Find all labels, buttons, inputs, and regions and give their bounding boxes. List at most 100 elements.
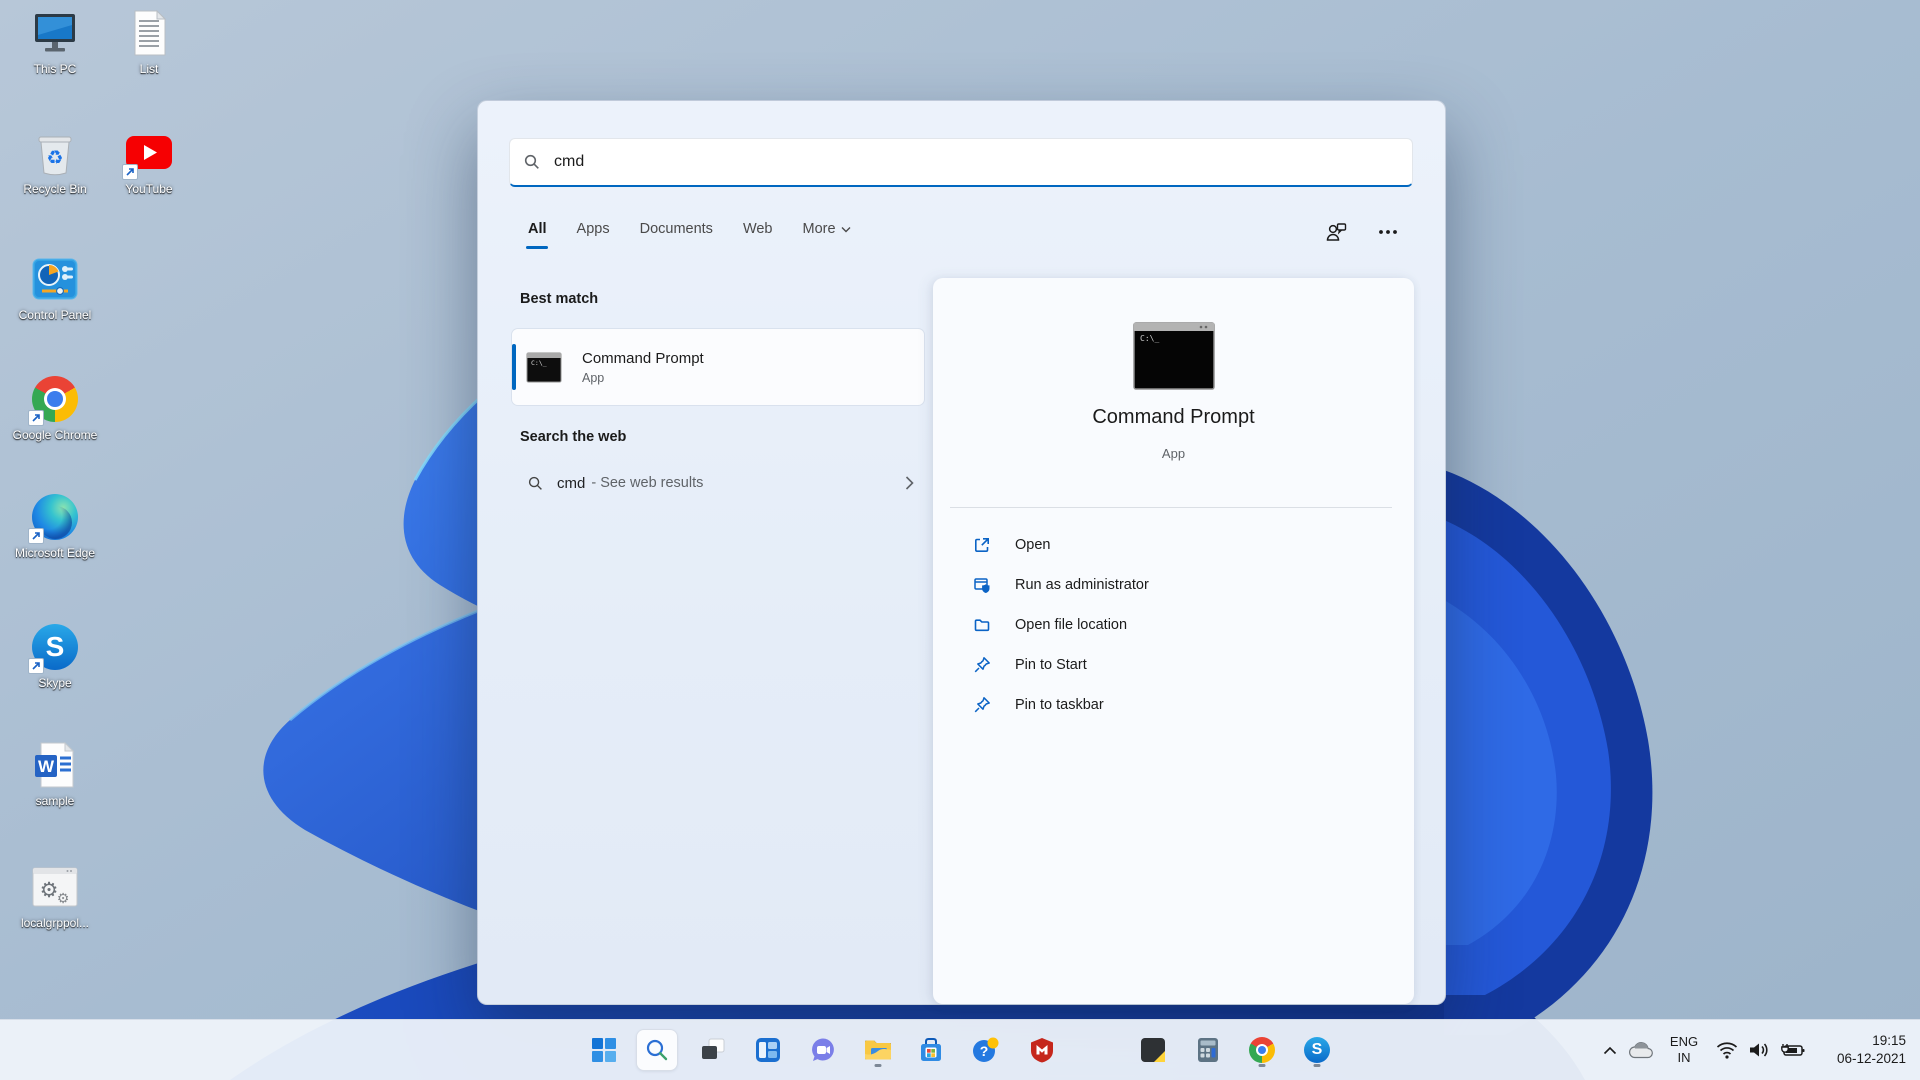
start-button[interactable] (584, 1030, 624, 1070)
search-box[interactable] (509, 138, 1413, 187)
desktop-icon-list[interactable]: List (102, 8, 196, 76)
widgets-button[interactable] (748, 1030, 788, 1070)
microsoft-store-button[interactable] (911, 1030, 951, 1070)
svg-text:?: ? (980, 1043, 989, 1059)
result-details-pane: C:\_ Command Prompt App Open (933, 278, 1414, 1004)
language-code: ENG (1670, 1034, 1698, 1050)
best-match-header: Best match (520, 291, 598, 307)
desktop-icon-youtube[interactable]: YouTube (102, 128, 196, 196)
pin-icon (973, 656, 991, 674)
search-filter-tabs: All Apps Documents Web More (528, 221, 851, 249)
account-feedback-icon[interactable] (1323, 219, 1349, 245)
battery-charging-icon (1779, 1041, 1805, 1059)
notes-app-icon (1140, 1037, 1166, 1063)
word-document-icon: W (30, 740, 80, 790)
desktop-icon-control-panel[interactable]: Control Panel (8, 254, 102, 322)
pin-icon (973, 696, 991, 714)
chevron-right-icon (905, 476, 914, 490)
desktop-icon-recycle-bin[interactable]: ♻ Recycle Bin (8, 128, 102, 196)
chat-button[interactable] (803, 1030, 843, 1070)
edge-icon (30, 492, 80, 542)
search-icon (528, 476, 543, 491)
desktop-icon-google-chrome[interactable]: Google Chrome (8, 374, 102, 442)
cmd-app-icon: C:\_ (526, 352, 562, 383)
tray-time: 19:15 (1872, 1032, 1906, 1050)
shortcut-arrow-icon (122, 164, 138, 180)
task-view-button[interactable] (693, 1030, 733, 1070)
battery-tray-button[interactable] (1776, 1030, 1808, 1070)
task-view-icon (700, 1037, 726, 1063)
svg-text:⚙: ⚙ (40, 878, 59, 902)
action-pin-to-start[interactable]: Pin to Start (933, 645, 1414, 685)
volume-tray-button[interactable] (1744, 1030, 1774, 1070)
search-icon (524, 154, 540, 170)
web-query: cmd (557, 475, 585, 492)
recycle-bin-icon: ♻ (30, 128, 80, 178)
desktop-icon-label: YouTube (125, 182, 172, 196)
chat-icon (810, 1037, 836, 1063)
open-icon (973, 536, 991, 554)
action-run-as-administrator[interactable]: Run as administrator (933, 565, 1414, 605)
desktop-icon-label: This PC (34, 62, 77, 76)
chrome-taskbar-button[interactable] (1242, 1030, 1282, 1070)
wifi-tray-button[interactable] (1712, 1030, 1742, 1070)
region-code: IN (1678, 1050, 1691, 1066)
taskbar: ? (0, 1019, 1920, 1080)
document-icon (124, 8, 174, 58)
windows-start-icon (591, 1037, 617, 1063)
tab-documents[interactable]: Documents (640, 221, 713, 249)
tab-web[interactable]: Web (743, 221, 773, 249)
calculator-button[interactable] (1188, 1030, 1228, 1070)
details-title: Command Prompt (933, 406, 1414, 429)
action-open[interactable]: Open (933, 525, 1414, 565)
action-open-file-location[interactable]: Open file location (933, 605, 1414, 645)
desktop-icon-label: Control Panel (19, 308, 92, 322)
taskbar-clock[interactable]: 19:15 06-12-2021 (1806, 1028, 1906, 1072)
desktop-icon-label: Skype (38, 676, 71, 690)
onedrive-tray-button[interactable] (1624, 1030, 1658, 1070)
tray-overflow-button[interactable] (1596, 1030, 1624, 1070)
mcafee-shield-icon (1029, 1037, 1055, 1063)
desktop-icon-skype[interactable]: S Skype (8, 622, 102, 690)
more-options-icon[interactable] (1375, 219, 1401, 245)
running-indicator (1259, 1064, 1266, 1067)
windows-desktop: This PC List (0, 0, 1920, 1080)
search-taskbar-button[interactable] (637, 1030, 677, 1070)
help-icon: ? (972, 1037, 1000, 1063)
desktop-icon-this-pc[interactable]: This PC (8, 8, 102, 76)
desktop-icon-localgrppol[interactable]: ⚙ ⚙ localgrppol... (8, 862, 102, 930)
shortcut-arrow-icon (28, 410, 44, 426)
language-indicator[interactable]: ENG IN (1662, 1028, 1706, 1072)
folder-icon (973, 616, 991, 634)
chrome-icon (30, 374, 80, 424)
web-suffix: - See web results (591, 475, 703, 491)
notes-app-button[interactable] (1133, 1030, 1173, 1070)
running-indicator (1314, 1064, 1321, 1067)
microsoft-store-icon (918, 1037, 944, 1063)
divider (950, 507, 1392, 508)
tab-more[interactable]: More (803, 221, 851, 249)
skype-icon: S (1304, 1037, 1330, 1063)
desktop-icon-microsoft-edge[interactable]: Microsoft Edge (8, 492, 102, 560)
this-pc-icon (30, 8, 80, 58)
tab-all[interactable]: All (528, 221, 547, 249)
file-explorer-button[interactable] (858, 1030, 898, 1070)
desktop-icon-sample[interactable]: W sample (8, 740, 102, 808)
svg-text:W: W (38, 757, 55, 776)
control-panel-icon (30, 254, 80, 304)
mcafee-button[interactable] (1022, 1030, 1062, 1070)
file-explorer-icon (864, 1038, 892, 1062)
wifi-icon (1716, 1041, 1738, 1059)
action-pin-to-taskbar[interactable]: Pin to taskbar (933, 685, 1414, 725)
skype-icon: S (30, 622, 80, 672)
run-admin-icon (973, 576, 991, 594)
desktop-icon-label: Microsoft Edge (15, 546, 95, 560)
tab-apps[interactable]: Apps (577, 221, 610, 249)
get-help-button[interactable]: ? (966, 1030, 1006, 1070)
best-match-result-command-prompt[interactable]: C:\_ Command Prompt App (512, 329, 924, 405)
desktop-icon-label: Recycle Bin (23, 182, 86, 196)
web-search-result[interactable]: cmd - See web results (512, 457, 924, 509)
tray-date: 06-12-2021 (1837, 1050, 1906, 1068)
search-input[interactable] (552, 152, 1398, 172)
skype-taskbar-button[interactable]: S (1297, 1030, 1337, 1070)
